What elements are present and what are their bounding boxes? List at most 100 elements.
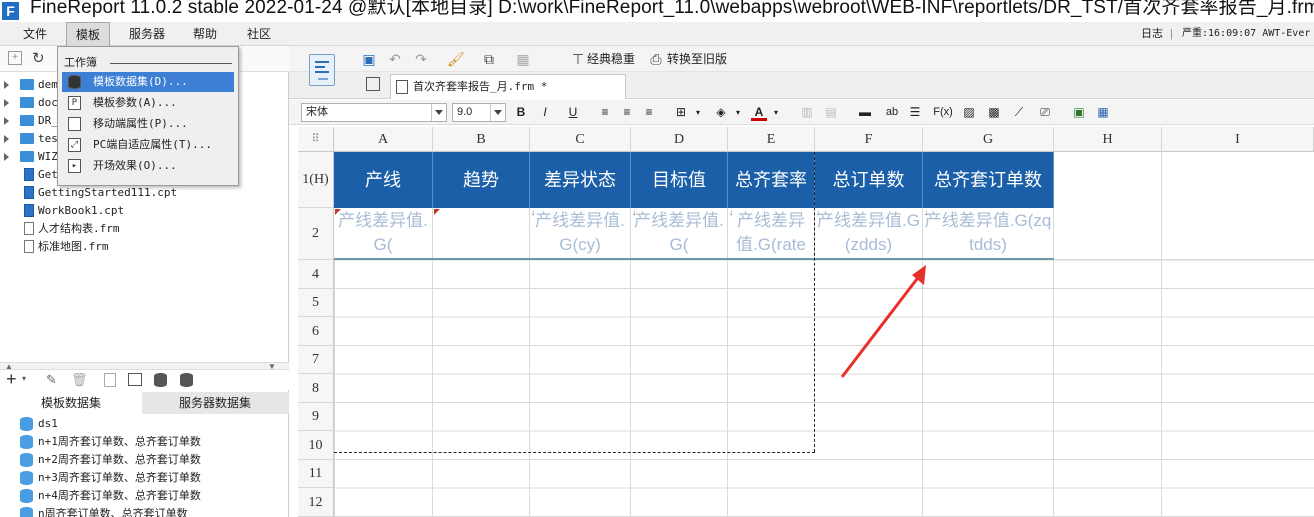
refresh-icon[interactable]: ↻ xyxy=(32,49,45,67)
font-size-select[interactable]: 9.0 xyxy=(452,103,506,122)
menu-item-template-dataset[interactable]: 模板数据集(D)... xyxy=(62,72,234,92)
log-severity-status[interactable]: 严重:16:09:07 AWT-Ever xyxy=(1182,22,1310,46)
column-header-c[interactable]: C xyxy=(530,127,631,152)
row-header-4[interactable]: 4 xyxy=(298,260,334,289)
convert-old-version-button[interactable]: 转换至旧版 xyxy=(667,51,727,67)
sub-report-icon[interactable]: ⎚ xyxy=(1037,104,1053,121)
chart-insert-icon[interactable]: ▨ xyxy=(961,104,977,121)
dataset-item[interactable]: n+4周齐套订单数、总齐套订单数 xyxy=(0,487,289,505)
chevron-down-icon[interactable]: ▾ xyxy=(690,104,706,121)
add-icon[interactable]: + xyxy=(6,369,17,390)
data-cell-e2[interactable]: 产线差异值.G(rate xyxy=(728,208,815,260)
row-header-6[interactable]: 6 xyxy=(298,317,334,346)
empty-cells-area[interactable] xyxy=(334,260,1314,517)
save-icon[interactable]: ▣ xyxy=(361,51,377,67)
formula-button[interactable]: F(x) xyxy=(931,104,955,121)
log-link[interactable]: 日志 xyxy=(1141,22,1163,46)
dataset-item[interactable]: n+1周齐套订单数、总齐套订单数 xyxy=(0,433,289,451)
menu-item-pc-adaptive[interactable]: ⤢ PC端自适应属性(T)... xyxy=(62,135,234,155)
header-cell-f1[interactable]: 总订单数 xyxy=(815,152,923,208)
bold-button[interactable]: B xyxy=(513,104,529,121)
menu-template[interactable]: 模板 xyxy=(66,22,110,46)
column-header-b[interactable]: B xyxy=(433,127,530,152)
dataset-item[interactable]: ds1 xyxy=(0,415,289,433)
row-header-11[interactable]: 11 xyxy=(298,460,334,488)
tree-item[interactable]: GettingStarted111.cpt xyxy=(0,184,289,202)
dataset-item[interactable]: n+2周齐套订单数、总齐套订单数 xyxy=(0,451,289,469)
menu-item-template-parameter[interactable]: P 模板参数(A)... xyxy=(62,93,234,113)
header-cell-b1[interactable]: 趋势 xyxy=(433,152,530,208)
classic-theme-button[interactable]: 经典稳重 xyxy=(587,51,635,67)
select-all-corner[interactable]: ⠿ xyxy=(298,127,334,152)
row-header-8[interactable]: 8 xyxy=(298,374,334,403)
dataset-item[interactable]: n周齐套订单数、总齐套订单数 xyxy=(0,505,289,517)
disabled-tool-icon[interactable]: ▦ xyxy=(515,51,531,67)
tree-item[interactable]: WorkBook1.cpt xyxy=(0,202,289,220)
data-cell-a2[interactable]: 产线差异值.G( xyxy=(334,208,433,260)
slash-icon[interactable]: ⟋ xyxy=(1011,104,1027,121)
column-header-a[interactable]: A xyxy=(334,127,433,152)
preview-icon[interactable] xyxy=(104,373,116,387)
theme-icon[interactable]: ⊤ xyxy=(570,51,586,67)
data-cell-d2[interactable]: 产线差异值.G( xyxy=(631,208,728,260)
grid-view-icon[interactable] xyxy=(366,77,380,91)
chevron-down-icon[interactable]: ▾ xyxy=(768,104,784,121)
undo-icon[interactable]: ↶ xyxy=(387,51,403,67)
dataset-item[interactable]: n+3周齐套订单数、总齐套订单数 xyxy=(0,469,289,487)
text-tool-button[interactable]: ab xyxy=(881,104,903,121)
tab-server-dataset[interactable]: 服务器数据集 xyxy=(142,392,288,414)
header-cell-a1[interactable]: 产线 xyxy=(334,152,433,208)
cell-element-icon[interactable]: ▣ xyxy=(1071,104,1087,121)
database-icon[interactable] xyxy=(154,373,167,387)
header-cell-e1[interactable]: 总齐套率 xyxy=(728,152,815,208)
menu-file[interactable]: 文件 xyxy=(14,22,56,46)
database-server-icon[interactable] xyxy=(180,373,193,387)
row-header-1[interactable]: 1(H) xyxy=(298,152,334,208)
row-header-7[interactable]: 7 xyxy=(298,346,334,374)
column-header-e[interactable]: E xyxy=(728,127,815,152)
format-painter-icon[interactable]: 🖌 xyxy=(447,51,465,67)
align-right-icon[interactable]: ≡ xyxy=(641,104,657,121)
chevron-down-icon[interactable]: ▾ xyxy=(22,374,26,383)
panel-splitter[interactable]: ▲ ▼ xyxy=(0,362,289,371)
tab-template-dataset[interactable]: 模板数据集 xyxy=(0,392,142,414)
border-icon[interactable]: ⊞ xyxy=(673,104,689,121)
dataset-settings-icon[interactable] xyxy=(128,373,142,386)
form-designer-icon[interactable] xyxy=(309,54,335,86)
align-left-icon[interactable]: ≡ xyxy=(597,104,613,121)
align-center-icon[interactable]: ≡ xyxy=(619,104,635,121)
header-cell-g1[interactable]: 总齐套订单数 xyxy=(923,152,1054,208)
column-header-g[interactable]: G xyxy=(923,127,1054,152)
convert-icon[interactable]: ⎙ xyxy=(648,51,664,67)
column-header-d[interactable]: D xyxy=(631,127,728,152)
italic-button[interactable]: I xyxy=(537,104,553,121)
header-cell-c1[interactable]: 差异状态 xyxy=(530,152,631,208)
chevron-down-icon[interactable]: ▾ xyxy=(730,104,746,121)
header-cell-d1[interactable]: 目标值 xyxy=(631,152,728,208)
menu-item-opening-effect[interactable]: ▸ 开场效果(O)... xyxy=(62,156,234,176)
column-header-i[interactable]: I xyxy=(1162,127,1314,152)
edit-icon[interactable]: ✎ xyxy=(46,372,57,388)
tree-item[interactable]: 标准地图.frm xyxy=(0,238,289,256)
insert-row-icon[interactable]: ▬ xyxy=(857,104,873,121)
paragraph-icon[interactable]: ☰ xyxy=(907,104,923,121)
menu-community[interactable]: 社区 xyxy=(236,22,282,46)
data-cell-b2[interactable] xyxy=(433,208,530,260)
new-folder-icon[interactable]: + xyxy=(8,51,22,65)
image-insert-icon[interactable]: ▩ xyxy=(986,104,1002,121)
redo-icon[interactable]: ↷ xyxy=(413,51,429,67)
row-header-10[interactable]: 10 xyxy=(298,431,334,460)
delete-icon[interactable]: 🗑 xyxy=(71,372,88,388)
unmerge-cells-icon[interactable]: ▤ xyxy=(823,104,839,121)
data-cell-g2[interactable]: 产线差异值.G(zqtdds) xyxy=(923,208,1054,260)
tree-item[interactable]: 人才结构表.frm xyxy=(0,220,289,238)
menu-server[interactable]: 服务器 xyxy=(120,22,174,46)
cell-attribute-icon[interactable]: ▦ xyxy=(1095,104,1111,121)
fill-color-icon[interactable]: ◈ xyxy=(713,104,729,121)
menu-item-mobile-attributes[interactable]: 移动端属性(P)... xyxy=(62,114,234,134)
font-color-button[interactable]: A xyxy=(751,104,767,121)
merge-cells-icon[interactable]: ▥ xyxy=(799,104,815,121)
menu-help[interactable]: 帮助 xyxy=(184,22,226,46)
data-cell-c2[interactable]: 产线差异值.G(cy) xyxy=(530,208,631,260)
row-header-9[interactable]: 9 xyxy=(298,403,334,431)
